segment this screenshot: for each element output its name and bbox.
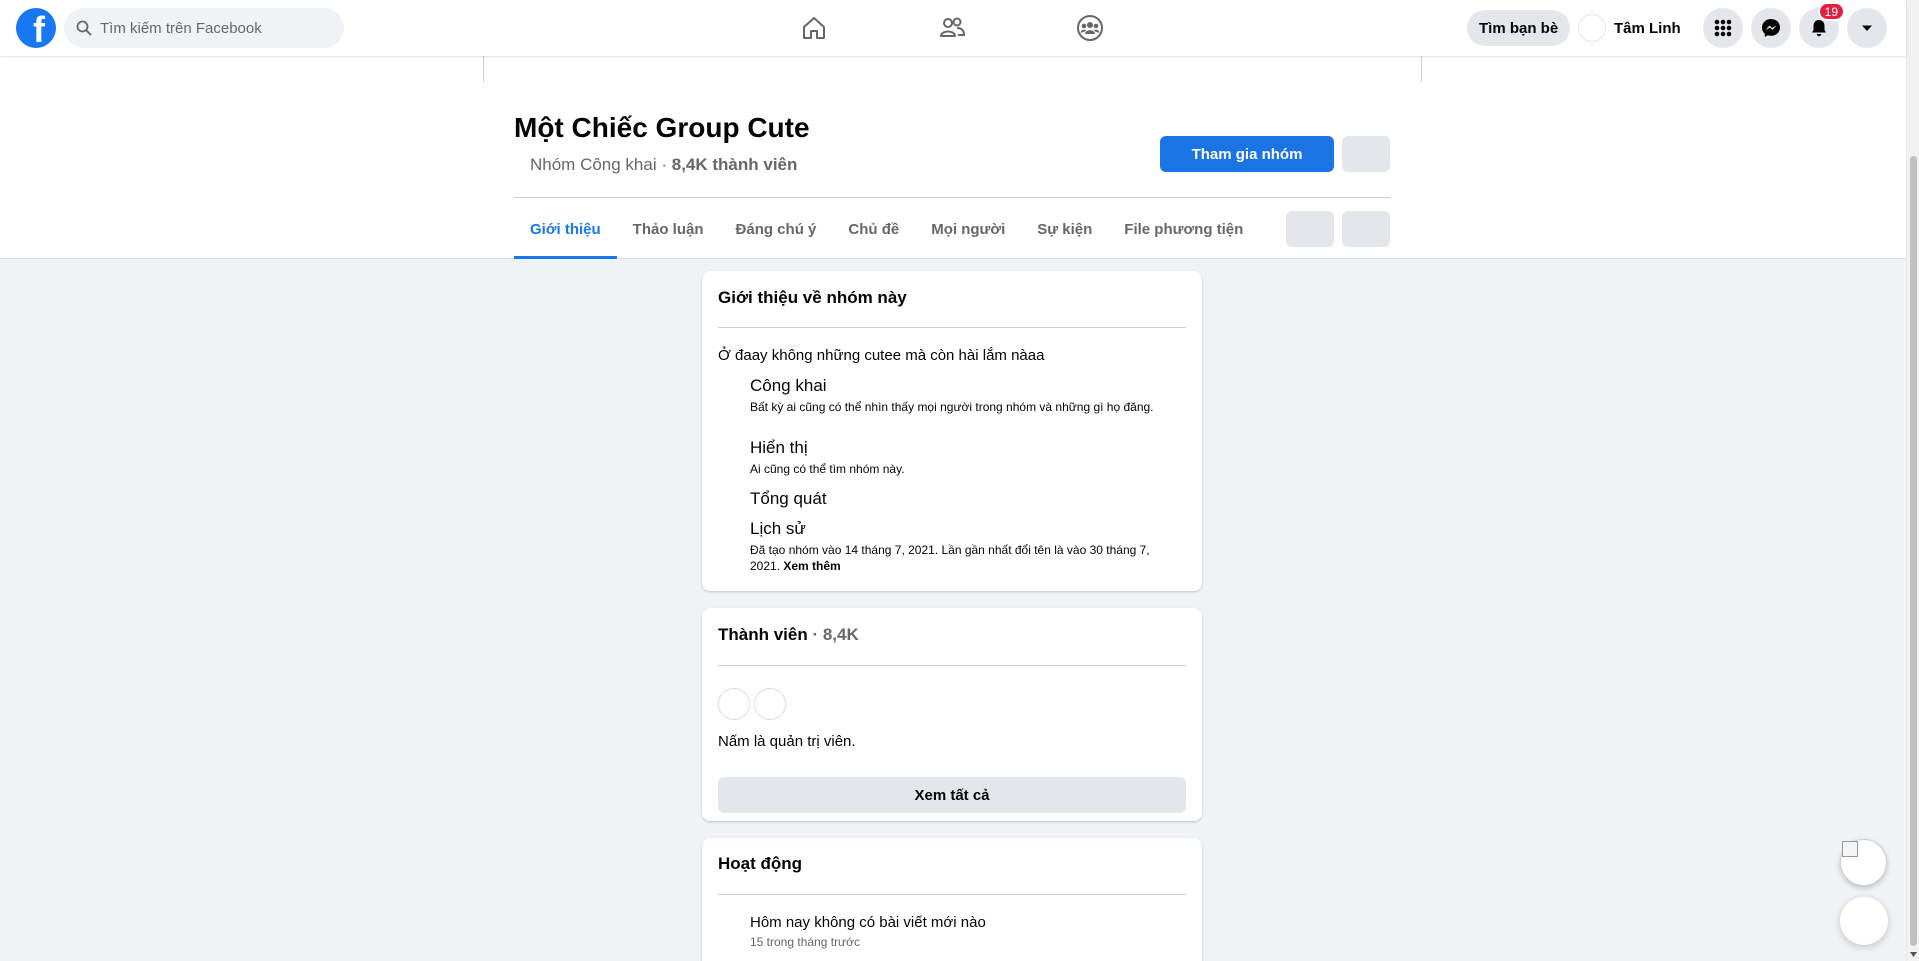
- scroll-thumb[interactable]: [1910, 156, 1917, 946]
- divider: [718, 327, 1186, 328]
- members-card: Thành viên · 8,4K Nấm là quản trị viên. …: [702, 608, 1202, 821]
- floating-chat-head[interactable]: [1840, 839, 1887, 886]
- activity-card: Hoạt động Hôm nay không có bài viết mới …: [702, 838, 1202, 961]
- search-icon: [76, 20, 92, 36]
- members-count: · 8,4K: [807, 625, 859, 644]
- notifications-button[interactable]: 19: [1799, 2, 1845, 48]
- page-title: Một Chiếc Group Cute: [514, 112, 810, 143]
- groups-tab[interactable]: [1035, 8, 1145, 48]
- divider: [718, 894, 1186, 895]
- avatar[interactable]: [718, 688, 750, 720]
- members-label: Thành viên: [718, 625, 808, 644]
- meta-separator: ·: [656, 155, 672, 174]
- menu-button[interactable]: [1703, 8, 1743, 48]
- about-item-public: Công khai Bất kỳ ai cũng có thể nhìn thấ…: [750, 376, 1170, 415]
- search-input[interactable]: [100, 19, 330, 37]
- avatar: [1578, 14, 1606, 42]
- friends-icon: [940, 17, 966, 37]
- new-message-button[interactable]: [1840, 897, 1888, 945]
- messenger-icon: [1762, 19, 1780, 37]
- divider: [514, 197, 1391, 198]
- account-button[interactable]: [1847, 8, 1887, 48]
- group-member-count[interactable]: 8,4K thành viên: [672, 155, 798, 174]
- join-group-button[interactable]: Tham gia nhóm: [1160, 136, 1334, 172]
- group-meta: Nhóm Công khai · 8,4K thành viên: [530, 155, 797, 175]
- tab-0[interactable]: Giới thiệu: [514, 199, 617, 259]
- messenger-button[interactable]: [1751, 8, 1791, 48]
- see-more-link[interactable]: Xem thêm: [783, 559, 840, 573]
- search-group-button[interactable]: [1286, 211, 1334, 247]
- facebook-logo-icon[interactable]: f: [16, 8, 56, 48]
- about-item-history: Lịch sử Đã tạo nhóm vào 14 tháng 7, 2021…: [750, 519, 1170, 574]
- broken-image-icon: [1842, 841, 1858, 857]
- menu-grid-icon: [1714, 19, 1732, 37]
- admin-text: Nấm là quản trị viên.: [718, 733, 856, 750]
- members-title: Thành viên · 8,4K: [718, 625, 859, 645]
- notification-badge: 19: [1817, 2, 1845, 21]
- activity-detail: 15 trong tháng trước: [750, 935, 860, 949]
- home-icon: [803, 17, 825, 39]
- profile-chip[interactable]: Tâm Linh: [1578, 10, 1681, 46]
- activity-heading: Hôm nay không có bài viết mới nào: [750, 914, 986, 931]
- about-description: Ở đaay không những cutee mà còn hài lắm …: [718, 347, 1045, 364]
- avatar[interactable]: [754, 688, 786, 720]
- group-tabs: Giới thiệu Thảo luận Đáng chú ý Chủ đề Mọi n…: [514, 199, 1259, 259]
- about-item-detail: Ai cũng có thể tìm nhóm này.: [750, 462, 905, 476]
- scrollbar[interactable]: [1906, 0, 1919, 961]
- about-item-general: Tổng quát: [750, 489, 1170, 509]
- tab-3[interactable]: Chủ đề: [832, 199, 915, 259]
- tab-5[interactable]: Sự kiện: [1021, 199, 1108, 259]
- bell-icon: [1812, 20, 1826, 37]
- divider: [718, 665, 1186, 666]
- list-item: Hôm nay không có bài viết mới nào 15 tro…: [750, 914, 986, 949]
- about-title: Giới thiệu về nhóm này: [718, 288, 907, 307]
- header-more-button[interactable]: [1342, 136, 1390, 172]
- activity-title: Hoạt động: [718, 854, 803, 873]
- about-item-heading: Công khai: [750, 376, 827, 395]
- tab-4[interactable]: Mọi người: [915, 199, 1021, 259]
- see-all-button[interactable]: Xem tất cả: [718, 777, 1186, 813]
- about-item-heading: Lịch sử: [750, 519, 806, 538]
- groups-icon: [1077, 15, 1103, 41]
- about-item-heading: Hiển thị: [750, 438, 808, 457]
- about-item-heading: Tổng quát: [750, 489, 827, 508]
- search-box[interactable]: [64, 8, 344, 48]
- caret-down-icon: [1862, 25, 1872, 31]
- home-tab[interactable]: [759, 8, 869, 48]
- cover-edge: [1421, 56, 1422, 82]
- group-privacy: Nhóm Công khai: [530, 155, 657, 174]
- tab-6[interactable]: File phương tiện: [1108, 199, 1259, 259]
- tab-more-button[interactable]: [1342, 211, 1390, 247]
- scroll-down-icon[interactable]: [1909, 950, 1918, 959]
- tab-2[interactable]: Đáng chú ý: [720, 199, 833, 259]
- top-navbar: f Tìm bạn bè Tâm Linh 19: [0, 0, 1906, 56]
- friends-tab[interactable]: [897, 8, 1007, 48]
- cover-edge: [483, 56, 484, 82]
- tab-1[interactable]: Thảo luận: [617, 199, 720, 259]
- about-item-detail: Đã tạo nhóm vào 14 tháng 7, 2021. Lần gầ…: [750, 542, 1170, 574]
- about-item-visible: Hiển thị Ai cũng có thể tìm nhóm này.: [750, 438, 1170, 477]
- about-item-detail: Bất kỳ ai cũng có thể nhìn thấy mọi ngườ…: [750, 400, 1154, 414]
- about-card: Giới thiệu về nhóm này Ở đaay không nhữn…: [702, 271, 1202, 591]
- profile-name: Tâm Linh: [1614, 19, 1681, 37]
- find-friends-button[interactable]: Tìm bạn bè: [1467, 10, 1571, 46]
